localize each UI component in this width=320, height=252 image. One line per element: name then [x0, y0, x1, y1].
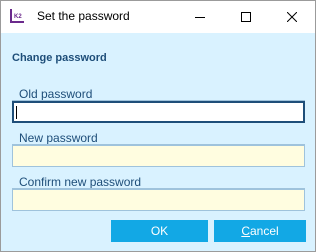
cancel-mnemonic: C: [241, 224, 250, 238]
close-button[interactable]: [269, 1, 315, 33]
new-password-label: New password: [19, 131, 98, 145]
section-title: Change password: [12, 52, 107, 64]
close-icon: [287, 12, 297, 22]
new-password-field[interactable]: [12, 145, 305, 167]
minimize-button[interactable]: [177, 1, 223, 33]
confirm-password-label: Confirm new password: [19, 175, 142, 189]
old-password-label: Old password: [19, 87, 93, 101]
minimize-icon: [195, 17, 205, 18]
svg-text:K2: K2: [14, 14, 22, 20]
title-bar[interactable]: K2 Set the password: [1, 1, 315, 33]
ok-button-label: OK: [150, 224, 169, 238]
maximize-button[interactable]: [223, 1, 269, 33]
text-caret: [16, 106, 17, 119]
cancel-button-label: ancel: [249, 224, 279, 238]
cancel-button[interactable]: Cancel: [214, 220, 306, 242]
maximize-icon: [241, 12, 251, 22]
k2-app-icon: K2: [9, 8, 25, 24]
confirm-password-field[interactable]: [12, 189, 305, 211]
password-dialog: K2 Set the password Change password Old …: [0, 0, 316, 252]
old-password-field[interactable]: [12, 101, 305, 123]
window-title: Set the password: [37, 9, 130, 23]
ok-button[interactable]: OK: [111, 220, 208, 242]
